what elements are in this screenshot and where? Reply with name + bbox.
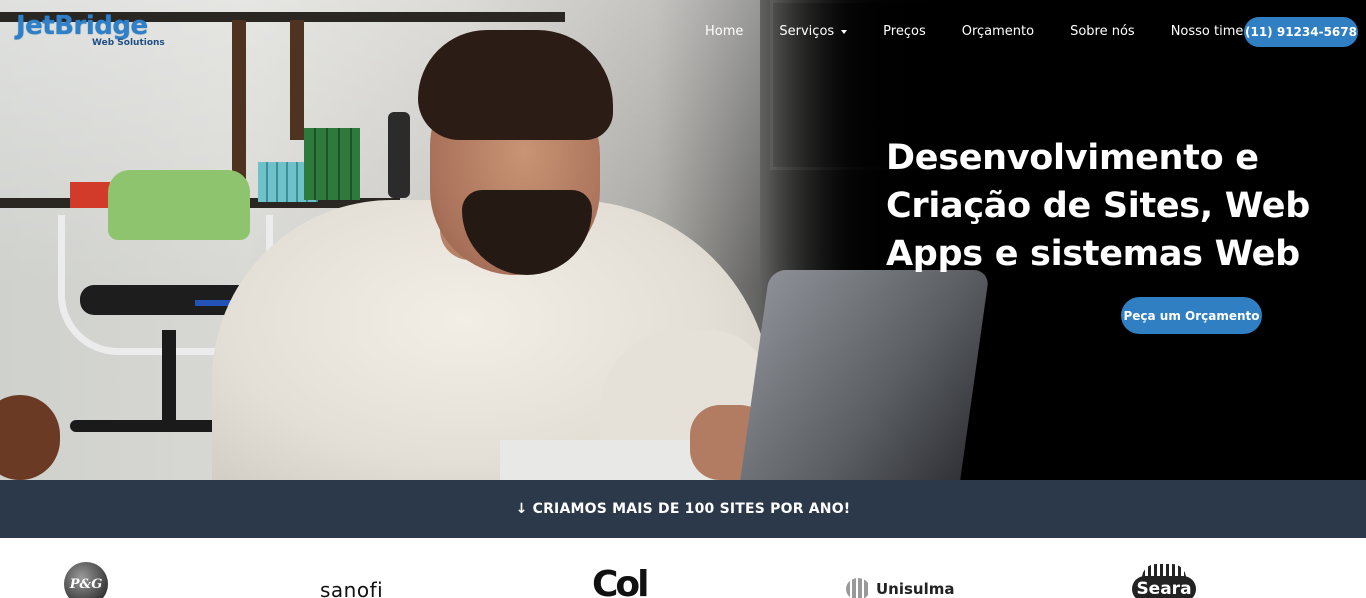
client-logo-col: Col [592, 563, 650, 598]
stats-banner: ↓ CRIAMOS MAIS DE 100 SITES POR ANO! [0, 480, 1366, 538]
clients-strip: P&G sanofi Col Unisulma Seara [0, 538, 1366, 598]
caret-down-icon [841, 29, 848, 34]
stats-banner-text: ↓ CRIAMOS MAIS DE 100 SITES POR ANO! [515, 501, 851, 517]
client-logo-pg: P&G [64, 562, 108, 598]
client-logo-unisulma-text: Unisulma [876, 580, 955, 598]
unisulma-mark-icon [846, 578, 870, 598]
hero-books-green [304, 128, 360, 200]
nav-sobre-nos[interactable]: Sobre nós [1070, 24, 1135, 39]
hero-red-box [70, 182, 110, 208]
nav-nosso-time[interactable]: Nosso time [1171, 24, 1244, 39]
brand-logo-tagline: Web Solutions [92, 38, 165, 48]
hero-shelf-post [290, 20, 304, 140]
client-logo-seara-text: Seara [1132, 576, 1196, 598]
nav-precos[interactable]: Preços [883, 24, 926, 39]
client-logo-seara: Seara [1132, 564, 1196, 598]
nav-servicos-label: Serviços [779, 24, 835, 39]
nav-orcamento[interactable]: Orçamento [962, 24, 1034, 39]
brand-logo-name: JetBridge [16, 11, 148, 41]
client-logo-pg-text: P&G [69, 576, 103, 592]
client-logo-unisulma: Unisulma [846, 578, 955, 598]
hero-title: Desenvolvimento e Criação de Sites, Web … [886, 138, 1310, 274]
hero-vase [388, 112, 410, 198]
nav-servicos[interactable]: Serviços [779, 24, 848, 39]
phone-button[interactable]: (11) 91234-5678 [1244, 17, 1358, 47]
main-nav: Home Serviços Preços Orçamento Sobre nós… [705, 24, 1279, 39]
client-logo-sanofi: sanofi [320, 578, 384, 598]
quote-cta-button[interactable]: Peça um Orçamento [1121, 297, 1262, 334]
brand-logo[interactable]: JetBridge Web Solutions [16, 12, 165, 48]
hero-laptop [740, 270, 990, 480]
hero-chair-leg [162, 330, 176, 430]
nav-home[interactable]: Home [705, 24, 743, 39]
hero-person-hair [418, 30, 613, 140]
